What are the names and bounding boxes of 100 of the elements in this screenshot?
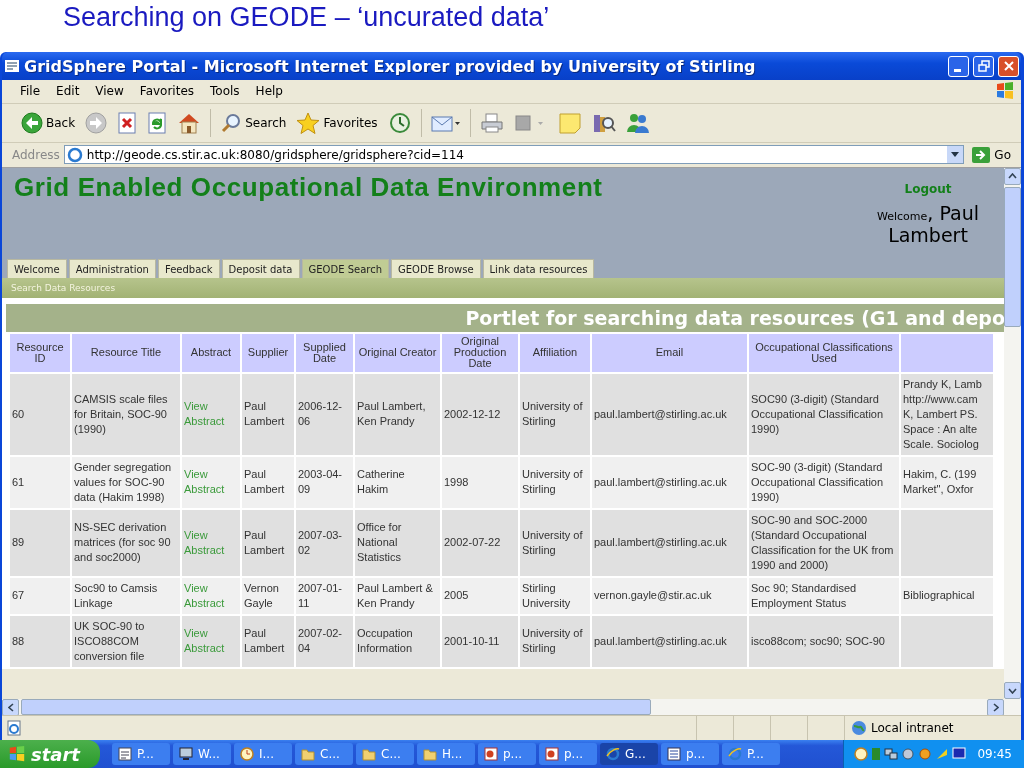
table-cell: vernon.gayle@stir.ac.uk	[592, 577, 747, 614]
taskbar-button[interactable]: p...	[539, 743, 597, 765]
folder-icon	[301, 747, 315, 761]
globe-icon	[851, 720, 867, 736]
minimize-button[interactable]	[948, 55, 969, 77]
windows-flag-icon	[995, 82, 1015, 101]
menu-item[interactable]: Tools	[202, 82, 248, 101]
menu-item[interactable]: View	[87, 82, 132, 101]
table-cell: 89	[10, 509, 70, 576]
table-cell: Paul Lambert	[242, 456, 294, 508]
address-field[interactable]: http://geode.cs.stir.ac.uk:8080/gridsphere/gridsphere?cid=114	[63, 145, 965, 165]
clock-time: 09:45	[977, 747, 1012, 761]
notepad-icon	[118, 747, 132, 761]
taskbar-button[interactable]: I...	[234, 743, 292, 765]
taskbar-button[interactable]: W...	[173, 743, 231, 765]
table-cell: 2007-03-02	[296, 509, 353, 576]
page-icon	[6, 720, 22, 736]
table-cell: Paul Lambert & Ken Prandy	[355, 577, 440, 614]
restore-icon	[977, 60, 990, 72]
table-cell: paul.lambert@stirling.ac.uk	[592, 615, 747, 667]
scroll-up-button[interactable]	[1004, 167, 1021, 185]
go-button[interactable]: Go	[968, 146, 1017, 163]
monitor-icon[interactable]	[952, 747, 967, 761]
table-cell: Catherine Hakim	[355, 456, 440, 508]
scrollbar-thumb[interactable]	[1004, 186, 1021, 327]
computer-icon	[179, 747, 193, 761]
chevron-left-icon	[7, 703, 14, 713]
network-icon[interactable]	[884, 747, 899, 761]
table-cell: 67	[10, 577, 70, 614]
taskbar-button[interactable]: p...	[478, 743, 536, 765]
table-cell: Vernon Gayle	[242, 577, 294, 614]
taskbar-button[interactable]: G...	[600, 743, 658, 765]
close-button[interactable]	[998, 55, 1019, 77]
table-cell: Paul Lambert	[242, 509, 294, 576]
star-icon	[296, 111, 321, 134]
table-cell: 2002-07-22	[442, 509, 518, 576]
table-cell: UK SOC-90 to ISCO88COM conversion file	[72, 615, 180, 667]
table-cell: isco88com; soc90; SOC-90	[749, 615, 899, 667]
portlet-header: Portlet for searching data resources (G1 and depo	[6, 303, 1004, 332]
favorites-button[interactable]: Favorites	[293, 109, 381, 136]
tab[interactable]: Link data resources	[482, 258, 595, 278]
restore-button[interactable]	[973, 55, 994, 77]
folder-icon	[362, 747, 376, 761]
tab[interactable]: Feedback	[157, 258, 220, 278]
taskbar-button[interactable]: C...	[356, 743, 414, 765]
column-header: Occupational Classifications Used	[749, 333, 899, 372]
taskbar-button[interactable]: P...	[112, 743, 170, 765]
slides-icon	[545, 747, 559, 761]
tray-icon[interactable]	[901, 747, 916, 761]
scroll-down-button[interactable]	[1004, 682, 1021, 700]
table-cell: Office for National Statistics	[355, 509, 440, 576]
table-cell: Paul Lambert	[242, 373, 294, 455]
caret-icon	[951, 152, 960, 158]
back-button[interactable]: Back	[18, 109, 79, 136]
document-icon	[667, 747, 681, 761]
table-cell: SOC-90 and SOC-2000 (Standard Occupational Classification for the UK from 1990 and 2000)	[749, 509, 899, 576]
tab[interactable]: GEODE Browse	[391, 258, 481, 278]
table-cell: Prandy K, Lamb http://www.cam K, Lambert PS. Space : An alte Scale. Sociolog	[901, 373, 993, 455]
table-cell: SOC90 (3-digit) (Standard Occupational Classification 1990)	[749, 373, 899, 455]
table-cell: 2002-12-12	[442, 373, 518, 455]
table-cell: 2005	[442, 577, 518, 614]
search-button[interactable]: Search	[217, 109, 290, 136]
table-cell: Bibliographical	[901, 577, 993, 614]
menu-item[interactable]: Favorites	[131, 82, 203, 101]
table-cell: University of Stirling	[520, 615, 590, 667]
table-cell: paul.lambert@stirling.ac.uk	[592, 373, 747, 455]
welcome-message: Welcome, Paul Lambert	[876, 201, 980, 246]
windows-flag-icon	[8, 745, 26, 763]
table-cell: Occupation Information	[355, 615, 440, 667]
tab[interactable]: Welcome	[7, 258, 67, 278]
tab[interactable]: Deposit data	[221, 258, 300, 278]
table-cell: paul.lambert@stirling.ac.uk	[592, 509, 747, 576]
table-cell: SOC-90 (3-digit) (Standard Occupational Classification 1990)	[749, 456, 899, 508]
table-cell: Gender segregation values for SOC-90 data (Hakim 1998)	[72, 456, 180, 508]
taskbar-button[interactable]: P...	[722, 743, 780, 765]
tray-icon[interactable]	[918, 747, 933, 761]
chevron-up-icon	[1008, 173, 1017, 180]
dropdown-button[interactable]	[947, 146, 964, 164]
window-title: GridSphere Portal - Microsoft Internet Explorer provided by University of Stirling	[24, 56, 757, 76]
menu-item[interactable]: File	[12, 82, 49, 101]
tab[interactable]: Administration	[68, 258, 156, 278]
tab[interactable]: GEODE Search	[301, 258, 389, 278]
browser-icon	[4, 58, 20, 74]
taskbar-button[interactable]: H...	[417, 743, 475, 765]
column-header: Email	[592, 333, 747, 372]
address-label: Address	[12, 147, 60, 162]
taskbar-button[interactable]: p...	[661, 743, 719, 765]
table-cell: University of Stirling	[520, 509, 590, 576]
taskbar-button[interactable]: C...	[295, 743, 353, 765]
table-cell: University of Stirling	[520, 456, 590, 508]
table-cell: paul.lambert@stirling.ac.uk	[592, 456, 747, 508]
table-cell: 2006-12-06	[296, 373, 353, 455]
table-cell: Hakim, C. (199 Market", Oxfor	[901, 456, 993, 508]
table-cell: Soc 90; Standardised Employment Status	[749, 577, 899, 614]
minimize-icon	[953, 68, 961, 72]
table-cell: 2007-01-11	[296, 577, 353, 614]
menu-item[interactable]: Help	[247, 82, 291, 101]
browser-icon	[728, 747, 742, 761]
menu-item[interactable]: Edit	[48, 82, 88, 101]
scrollbar-thumb[interactable]	[21, 699, 651, 716]
